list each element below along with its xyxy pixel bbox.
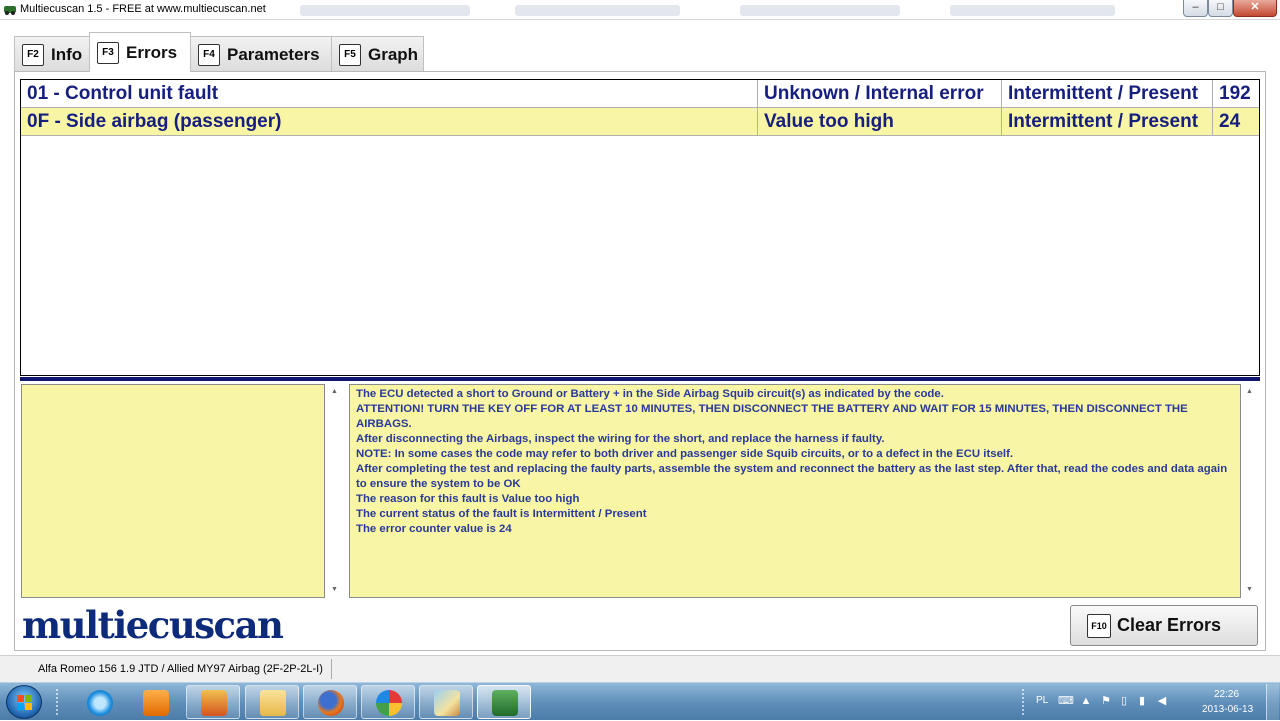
status-bar: Alfa Romeo 156 1.9 JTD / Allied MY97 Air…: [0, 655, 1280, 682]
description-line: The current status of the fault is Inter…: [356, 508, 647, 520]
title-bar: Multiecuscan 1.5 - FREE at www.multiecus…: [0, 0, 1280, 20]
f4-key-icon: F4: [198, 43, 220, 66]
clock-date[interactable]: 2013-06-13: [1202, 704, 1253, 715]
tab-label: Errors: [126, 42, 178, 62]
taskbar-picasa[interactable]: [361, 685, 415, 719]
battery-icon[interactable]: ▯: [1118, 696, 1130, 707]
tab-label: Parameters: [227, 44, 320, 64]
error-description-box[interactable]: The ECU detected a short to Ground or Ba…: [349, 384, 1241, 598]
description-line: The error counter value is 24: [356, 523, 512, 535]
description-line: The reason for this fault is Value too h…: [356, 493, 580, 505]
background-window-tab: [740, 5, 900, 16]
start-button[interactable]: [6, 685, 42, 719]
clear-errors-button[interactable]: F10 Clear Errors: [1070, 605, 1258, 646]
firefox-icon: [318, 690, 344, 716]
internet-explorer-icon: [87, 690, 113, 716]
scroll-up-icon[interactable]: ▲: [1241, 386, 1258, 398]
network-icon[interactable]: ▮: [1136, 696, 1148, 707]
error-count: 192: [1219, 83, 1251, 104]
right-scrollbar[interactable]: ▲ ▼: [1241, 384, 1258, 598]
f10-key-icon: F10: [1087, 613, 1111, 638]
taskbar-firefox[interactable]: [303, 685, 357, 719]
picasa-icon: [376, 690, 402, 716]
multiecuscan-icon: [492, 690, 518, 716]
windows-taskbar: PL ⌨ ▲ ⚑ ▯ ▮ ◀ 22:26 2013-06-13: [0, 682, 1280, 720]
clock-time[interactable]: 22:26: [1214, 689, 1239, 700]
error-code: 0F - Side airbag (passenger): [21, 108, 758, 136]
tab-label: Graph: [368, 44, 419, 64]
volume-icon[interactable]: ◀: [1156, 696, 1168, 707]
scroll-down-icon[interactable]: ▼: [1241, 584, 1258, 596]
maximize-button[interactable]: □: [1208, 0, 1233, 17]
taskbar-multiecuscan[interactable]: [477, 685, 531, 719]
background-window-tab: [515, 5, 680, 16]
f2-key-icon: F2: [22, 43, 44, 66]
window-title: Multiecuscan 1.5 - FREE at www.multiecus…: [20, 3, 266, 15]
keyboard-icon[interactable]: ⌨: [1058, 696, 1074, 707]
description-line: ATTENTION! TURN THE KEY OFF FOR AT LEAST…: [356, 403, 1188, 430]
left-scrollbar[interactable]: ▲ ▼: [326, 384, 343, 598]
tab-errors[interactable]: F3 Errors: [89, 32, 191, 72]
tab-bar: F2 Info F3 Errors F4 Parameters F5 Graph: [0, 22, 1280, 72]
error-info-box[interactable]: [21, 384, 325, 598]
app-icon: [4, 6, 16, 15]
clear-errors-label: Clear Errors: [1117, 615, 1222, 635]
description-line: The ECU detected a short to Ground or Ba…: [356, 388, 944, 400]
taskbar-explorer[interactable]: [245, 685, 299, 719]
error-count: 24: [1219, 111, 1241, 132]
language-indicator[interactable]: PL: [1036, 695, 1048, 706]
tab-parameters[interactable]: F4 Parameters: [190, 36, 332, 72]
error-row-selected[interactable]: 0F - Side airbag (passenger) Value too h…: [21, 108, 1259, 136]
tray-grip: [1022, 689, 1026, 715]
close-button[interactable]: ✕: [1233, 0, 1277, 17]
tab-graph[interactable]: F5 Graph: [331, 36, 424, 72]
windows-logo-icon: [17, 695, 32, 710]
taskbar-internet-explorer[interactable]: [72, 685, 126, 719]
action-center-flag-icon[interactable]: ⚑: [1100, 696, 1112, 707]
f5-key-icon: F5: [339, 43, 361, 66]
description-line: After disconnecting the Airbags, inspect…: [356, 433, 885, 445]
taskbar-media-player[interactable]: [128, 685, 182, 719]
minimize-button[interactable]: –: [1183, 0, 1208, 17]
taskbar-app[interactable]: [186, 685, 240, 719]
error-list[interactable]: 01 - Control unit fault Unknown / Intern…: [20, 79, 1260, 376]
folder-icon: [260, 690, 286, 716]
error-row[interactable]: 01 - Control unit fault Unknown / Intern…: [21, 80, 1259, 108]
show-desktop-button[interactable]: [1266, 684, 1279, 720]
background-window-tab: [300, 5, 470, 16]
tab-info[interactable]: F2 Info: [14, 36, 90, 72]
scroll-down-icon[interactable]: ▼: [326, 584, 343, 596]
f3-key-icon: F3: [97, 41, 119, 64]
section-divider: [20, 377, 1260, 381]
show-hidden-icons[interactable]: ▲: [1080, 696, 1092, 707]
tab-label: Info: [51, 44, 83, 64]
error-type: Value too high: [758, 108, 1002, 136]
taskbar-paint[interactable]: [419, 685, 473, 719]
description-line: NOTE: In some cases the code may refer t…: [356, 448, 1014, 460]
system-tray: PL ⌨ ▲ ⚑ ▯ ▮ ◀ 22:26 2013-06-13: [1020, 683, 1280, 721]
paint-icon: [434, 690, 460, 716]
error-type: Unknown / Internal error: [758, 80, 1002, 108]
error-status: Intermittent / Present: [1002, 108, 1213, 136]
description-line: After completing the test and replacing …: [356, 463, 1228, 490]
error-code: 01 - Control unit fault: [21, 80, 758, 108]
media-player-icon: [143, 690, 169, 716]
app-icon: [201, 690, 227, 716]
scroll-up-icon[interactable]: ▲: [326, 386, 343, 398]
error-status: Intermittent / Present: [1002, 80, 1213, 108]
taskbar-grip: [56, 689, 60, 715]
background-window-tab: [950, 5, 1115, 16]
multiecuscan-logo: multiecuscan: [22, 603, 284, 647]
vehicle-status: Alfa Romeo 156 1.9 JTD / Allied MY97 Air…: [30, 659, 332, 679]
